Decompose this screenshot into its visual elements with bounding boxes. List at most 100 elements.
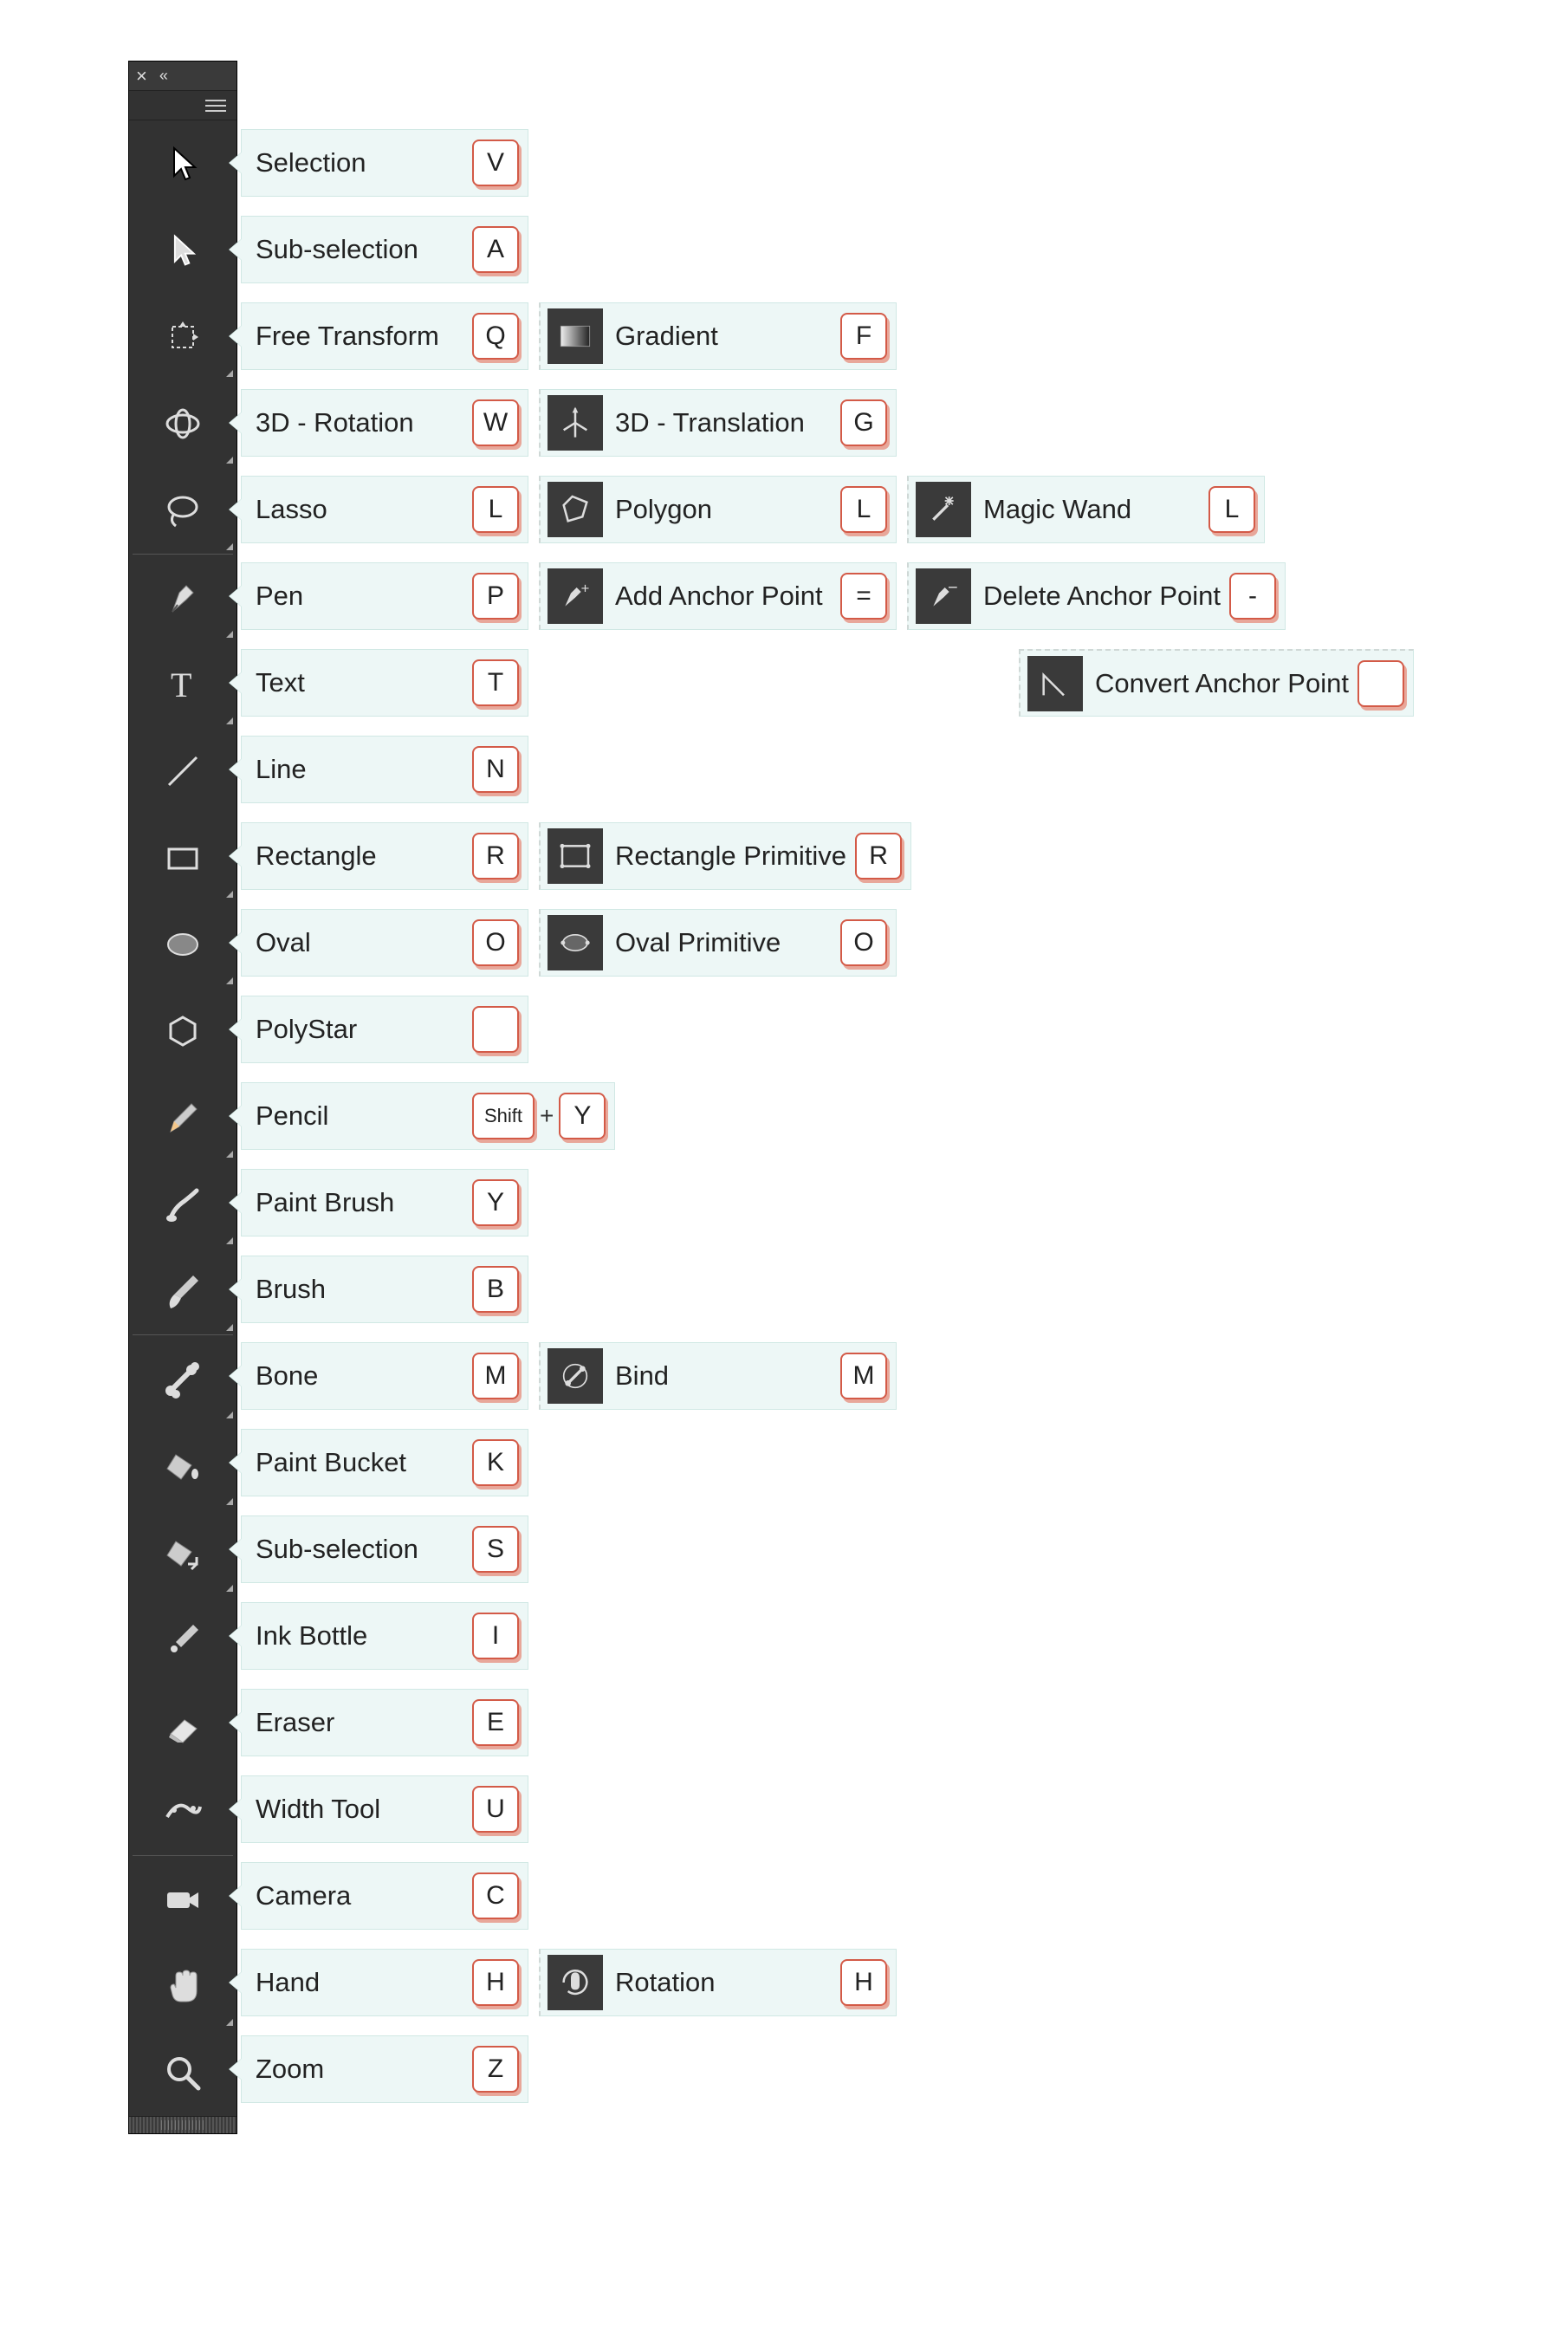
flyout-indicator-icon [226,1237,233,1244]
tool-label: Oval Primitive [615,927,840,958]
shortcut-keys [472,1006,519,1053]
close-icon[interactable]: × [136,65,147,88]
oval-primitive-icon [548,915,603,970]
tool-text[interactable]: T [129,641,236,728]
tool-free-transform[interactable] [129,294,236,380]
tool-callout: HandH [241,1949,528,2016]
shortcut-key: R [855,833,902,879]
tool-hand[interactable] [129,1943,236,2029]
tool-label: Rectangle [256,840,472,872]
tool-callout: LineN [241,736,528,803]
tool-camera[interactable] [129,1856,236,1943]
tool-lasso[interactable] [129,467,236,554]
tool-callout: PolyStar [241,996,528,1063]
shortcut-keys: C [472,1872,519,1919]
shortcut-keys: H [472,1959,519,2006]
tool-row: Ink BottleI [241,1602,528,1670]
tool-label: Oval [256,927,472,958]
tool-row: CameraC [241,1862,528,1930]
tool-label: Pencil [256,1100,472,1132]
tool-rotation-3d[interactable] [129,380,236,467]
tool-row: OvalOOval PrimitiveO [241,909,897,977]
tool-row: Sub-selectionA [241,216,528,283]
flyout-indicator-icon [226,370,233,377]
shortcut-keys: Q [472,313,519,360]
tool-sub-callout: GradientF [539,302,897,370]
tool-polystar[interactable] [129,988,236,1074]
tool-pencil[interactable] [129,1074,236,1161]
shortcut-keys: R [472,833,519,879]
tool-row: Sub-selectionS [241,1515,528,1583]
tool-eraser[interactable] [129,1682,236,1769]
tool-zoom[interactable] [129,2029,236,2116]
flyout-indicator-icon [226,977,233,984]
shortcut-keys: U [472,1786,519,1833]
flyout-indicator-icon [226,1585,233,1592]
shortcut-keys: L [1208,486,1255,533]
polygon-lasso-icon [548,482,603,537]
tool-brush[interactable] [129,1248,236,1334]
tool-label: Rectangle Primitive [615,840,855,872]
tool-row: Width ToolU [241,1775,528,1843]
flyout-indicator-icon [226,631,233,638]
tool-label: Paint Bucket [256,1447,472,1478]
shortcut-key: M [840,1353,887,1399]
tool-label: 3D - Rotation [256,407,472,438]
tool-sub-callout: Convert Anchor Point [1019,649,1414,717]
tool-callout: PenP [241,562,528,630]
collapse-icon[interactable]: « [159,67,163,85]
flyout-indicator-icon [226,891,233,898]
tool-label: Delete Anchor Point [983,581,1229,612]
tool-pen[interactable] [129,555,236,641]
tool-sub-callout: PolygonL [539,476,897,543]
shortcut-keys [1357,660,1404,707]
delete-anchor-icon: − [916,568,971,624]
tool-oval[interactable] [129,901,236,988]
tool-row: BoneMBindM [241,1342,897,1410]
shortcut-keys: I [472,1613,519,1659]
tool-label: Zoom [256,2054,472,2085]
tool-rectangle[interactable] [129,815,236,901]
tool-row: RectangleRRectangle PrimitiveR [241,822,911,890]
shortcut-key: O [840,919,887,966]
shortcut-key: - [1229,573,1276,620]
gradient-icon [548,308,603,364]
tool-label: Rotation [615,1967,840,1998]
tool-line[interactable] [129,728,236,815]
tool-label: Hand [256,1967,472,1998]
svg-text:−: − [948,579,958,598]
panel-menu-icon[interactable] [205,100,226,112]
tool-width-tool[interactable] [129,1769,236,1855]
shortcut-key: M [472,1353,519,1399]
shortcut-keys: A [472,226,519,273]
key-plus: + [540,1102,554,1130]
tool-row: Paint BucketK [241,1429,528,1496]
tool-paint-bucket[interactable] [129,1422,236,1509]
shortcut-keys: T [472,659,519,706]
tool-selection-arrow[interactable] [129,120,236,207]
convert-anchor-icon [1027,656,1083,711]
shortcut-keys: L [840,486,887,533]
shortcut-keys: W [472,399,519,446]
tool-ink-swap[interactable] [129,1509,236,1595]
tool-bone[interactable] [129,1335,236,1422]
tool-label: Magic Wand [983,494,1208,525]
tool-callout: Width ToolU [241,1775,528,1843]
panel-grip[interactable] [129,2116,236,2133]
shortcut-key: L [472,486,519,533]
tool-ink-bottle[interactable] [129,1595,236,1682]
tool-row: TextT [241,649,528,717]
tool-callout: Paint BucketK [241,1429,528,1496]
tool-paint-brush[interactable] [129,1161,236,1248]
shortcut-keys: R [855,833,902,879]
panel-menu-row [129,91,236,120]
shortcut-key: V [472,140,519,186]
shortcut-key: E [472,1699,519,1746]
flyout-indicator-icon [226,1324,233,1331]
tool-sub-callout: BindM [539,1342,897,1410]
tool-label: Camera [256,1880,472,1911]
shortcut-key [1357,660,1404,707]
tool-subselect-arrow[interactable] [129,207,236,294]
tool-label: Add Anchor Point [615,581,840,612]
tool-list: T [129,120,236,2116]
